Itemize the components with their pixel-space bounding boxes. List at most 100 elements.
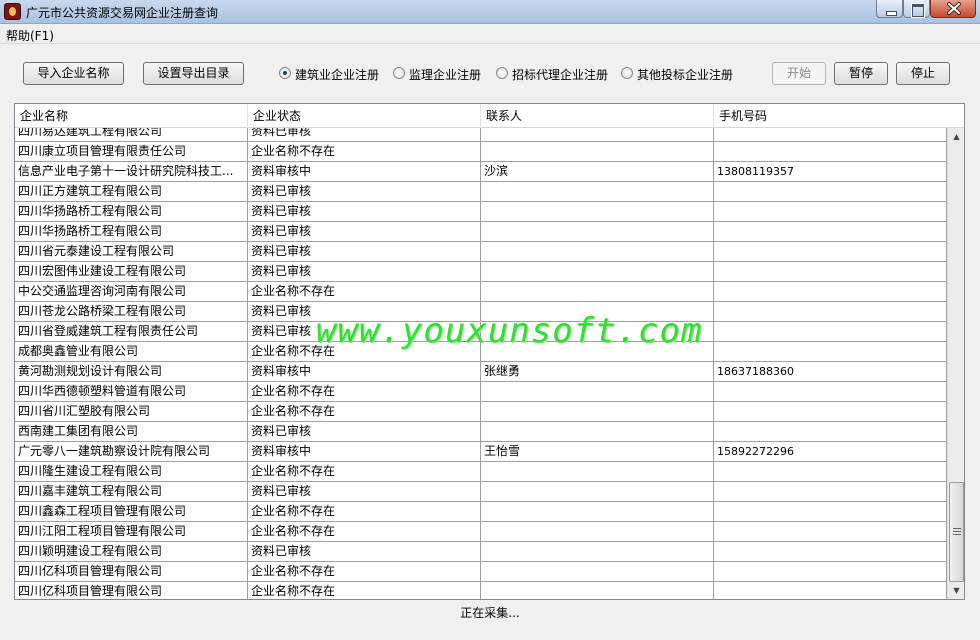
cell-contact [481,282,714,302]
cell-phone [714,342,947,362]
menu-help[interactable]: 帮助(F1) [6,27,54,44]
cell-company-name: 四川宏图伟业建设工程有限公司 [15,262,248,282]
cell-status: 资料审核中 [248,162,481,182]
cell-company-name: 四川正方建筑工程有限公司 [15,182,248,202]
table-row[interactable]: 四川鑫森工程项目管理有限公司 企业名称不存在 [15,502,947,522]
cell-status: 企业名称不存在 [248,282,481,302]
cell-contact [481,462,714,482]
radio-dot[interactable] [393,67,405,79]
cell-contact [481,522,714,542]
import-names-button[interactable]: 导入企业名称 [23,62,124,85]
table-row[interactable]: 西南建工集团有限公司 资料已审核 [15,422,947,442]
cell-status: 资料已审核 [248,422,481,442]
table-row[interactable]: 广元零八一建筑勘察设计院有限公司 资料审核中 王怡雪 15892272296 [15,442,947,462]
table-row[interactable]: 四川康立项目管理有限责任公司 企业名称不存在 [15,142,947,162]
results-table[interactable]: 四川易达建筑工程有限公司 资料已审核 四川康立项目管理有限责任公司 企业名称不存在 信息… [14,103,965,600]
cell-status: 资料审核中 [248,442,481,462]
cell-contact [481,222,714,242]
cell-phone [714,182,947,202]
cell-status: 资料已审核 [248,242,481,262]
table-row[interactable]: 四川省元泰建设工程有限公司 资料已审核 [15,242,947,262]
table-row[interactable]: 四川苍龙公路桥梁工程有限公司 资料已审核 [15,302,947,322]
title-bar[interactable]: 广元市公共资源交易网企业注册查询 [0,0,980,24]
pause-button[interactable]: 暂停 [834,62,888,85]
start-button[interactable]: 开始 [772,62,826,85]
cell-status: 企业名称不存在 [248,382,481,402]
cell-status: 企业名称不存在 [248,342,481,362]
cell-status: 资料已审核 [248,202,481,222]
table-row[interactable]: 四川隆生建设工程有限公司 企业名称不存在 [15,462,947,482]
cell-status: 企业名称不存在 [248,582,481,599]
cell-company-name: 四川鑫森工程项目管理有限公司 [15,502,248,522]
cell-company-name: 四川华西德顿塑料管道有限公司 [15,382,248,402]
cell-phone [714,402,947,422]
radio-label: 其他投标企业注册 [637,68,734,82]
table-row[interactable]: 四川江阳工程项目管理有限公司 企业名称不存在 [15,522,947,542]
table-row[interactable]: 四川亿科项目管理有限公司 企业名称不存在 [15,562,947,582]
table-row[interactable]: 信息产业电子第十一设计研究院科技工... 资料审核中 沙滨 13808119357 [15,162,947,182]
cell-phone [714,382,947,402]
cell-phone [714,462,947,482]
scroll-up-arrow-icon[interactable]: ▲ [948,128,964,145]
table-row[interactable]: 四川亿科项目管理有限公司 企业名称不存在 [15,582,947,599]
cell-phone [714,542,947,562]
cell-status: 资料已审核 [248,262,481,282]
menu-bar: 帮助(F1) [0,25,980,44]
table-row[interactable]: 四川华西德顿塑料管道有限公司 企业名称不存在 [15,382,947,402]
minimize-button[interactable] [876,0,903,18]
column-header-company-name[interactable]: 企业名称 [15,104,248,128]
table-row[interactable]: 四川省川汇塑胶有限公司 企业名称不存在 [15,402,947,422]
cell-phone [714,422,947,442]
cell-status: 资料已审核 [248,302,481,322]
status-text: 正在采集... [460,606,520,620]
column-header-contact[interactable]: 联系人 [481,104,714,128]
cell-contact [481,302,714,322]
cell-contact: 张继勇 [481,362,714,382]
cell-contact [481,502,714,522]
cell-phone [714,202,947,222]
cell-status: 企业名称不存在 [248,522,481,542]
close-button[interactable] [930,0,976,18]
scroll-down-arrow-icon[interactable]: ▼ [948,582,964,599]
vertical-scrollbar[interactable]: ▲ ▼ [947,128,964,599]
table-row[interactable]: 四川宏图伟业建设工程有限公司 资料已审核 [15,262,947,282]
cell-company-name: 中公交通监理咨询河南有限公司 [15,282,248,302]
maximize-button[interactable] [903,0,930,18]
cell-status: 企业名称不存在 [248,562,481,582]
table-row[interactable]: 四川正方建筑工程有限公司 资料已审核 [15,182,947,202]
cell-contact [481,562,714,582]
table-row[interactable]: 四川颖明建设工程有限公司 资料已审核 [15,542,947,562]
cell-phone: 13808119357 [714,162,947,182]
cell-status: 企业名称不存在 [248,142,481,162]
app-logo-icon[interactable] [4,3,21,20]
cell-company-name: 四川省登威建筑工程有限责任公司 [15,322,248,342]
table-row[interactable]: 中公交通监理咨询河南有限公司 企业名称不存在 [15,282,947,302]
cell-company-name: 四川隆生建设工程有限公司 [15,462,248,482]
radio-dot[interactable] [496,67,508,79]
cell-phone [714,302,947,322]
table-row[interactable]: 黄河勘测规划设计有限公司 资料审核中 张继勇 18637188360 [15,362,947,382]
set-export-dir-button[interactable]: 设置导出目录 [143,62,244,85]
table-row[interactable]: 四川华扬路桥工程有限公司 资料已审核 [15,202,947,222]
cell-phone [714,482,947,502]
cell-status: 企业名称不存在 [248,502,481,522]
stop-button[interactable]: 停止 [896,62,950,85]
scroll-thumb[interactable] [949,482,964,582]
cell-company-name: 四川江阳工程项目管理有限公司 [15,522,248,542]
table-row[interactable]: 四川省登威建筑工程有限责任公司 资料已审核 [15,322,947,342]
cell-contact [481,382,714,402]
cell-company-name: 信息产业电子第十一设计研究院科技工... [15,162,248,182]
cell-company-name: 西南建工集团有限公司 [15,422,248,442]
column-header-status[interactable]: 企业状态 [248,104,481,128]
cell-phone [714,282,947,302]
table-row[interactable]: 四川华扬路桥工程有限公司 资料已审核 [15,222,947,242]
radio-dot[interactable] [279,67,291,79]
cell-company-name: 四川苍龙公路桥梁工程有限公司 [15,302,248,322]
table-row[interactable]: 四川嘉丰建筑工程有限公司 资料已审核 [15,482,947,502]
cell-status: 资料已审核 [248,482,481,502]
table-row[interactable]: 成都奥鑫管业有限公司 企业名称不存在 [15,342,947,362]
column-header-phone[interactable]: 手机号码 [714,104,964,128]
cell-contact: 沙滨 [481,162,714,182]
radio-dot[interactable] [621,67,633,79]
cell-phone [714,142,947,162]
